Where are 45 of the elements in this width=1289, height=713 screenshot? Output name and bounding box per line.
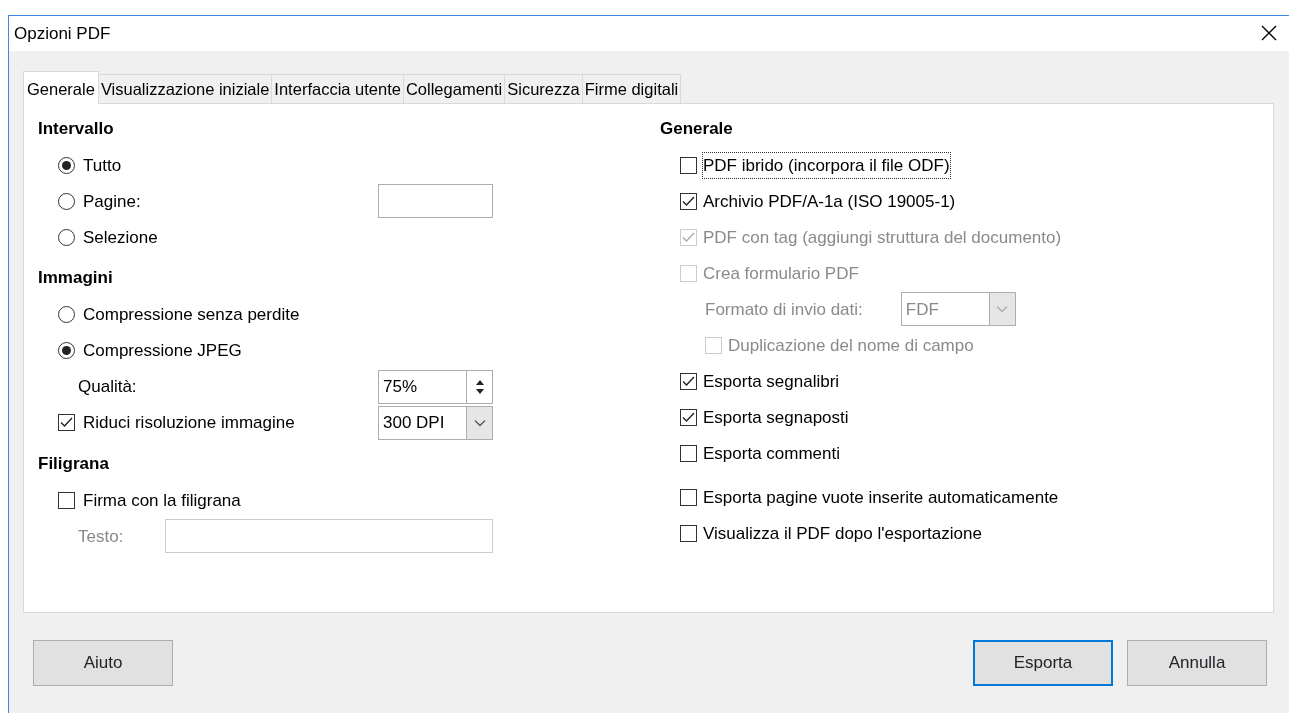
close-icon[interactable] <box>1261 25 1277 42</box>
checkbox[interactable] <box>680 524 697 542</box>
text-field[interactable] <box>165 519 493 554</box>
export-button[interactable]: Esporta <box>973 640 1113 687</box>
option-label: Esporta pagine vuote inserite automaticamente <box>703 486 1059 509</box>
checkbox[interactable] <box>680 488 697 506</box>
section-heading: Immagini <box>38 267 114 290</box>
checkbox[interactable] <box>680 444 697 462</box>
checkbox[interactable] <box>58 491 75 509</box>
field-label: Testo: <box>78 525 124 548</box>
option-label: Compressione senza perdite <box>83 304 300 327</box>
option-label: Visualizza il PDF dopo l'esportazione <box>703 522 982 545</box>
option-label: PDF ibrido (incorpora il file ODF) <box>703 152 950 179</box>
option-label: Archivio PDF/A-1a (ISO 19005-1) <box>703 190 956 213</box>
option-label: Pagine: <box>83 190 141 213</box>
section-heading: Intervallo <box>38 117 115 140</box>
section-heading: Filigrana <box>38 452 110 475</box>
option-label: Duplicazione del nome di campo <box>728 334 974 357</box>
option-label: Compressione JPEG <box>83 340 242 363</box>
window-title: Opzioni PDF <box>14 22 111 45</box>
option-label: Tutto <box>83 154 122 177</box>
option-label: Esporta commenti <box>703 442 840 465</box>
section-heading: Generale <box>660 117 734 140</box>
pages-field[interactable] <box>378 184 493 219</box>
checkbox[interactable] <box>58 414 75 432</box>
resolution-select[interactable]: 300 DPI <box>378 405 493 440</box>
option-label: Riduci risoluzione immagine <box>83 412 295 435</box>
checkbox[interactable] <box>680 192 697 210</box>
field-label: Formato di invio dati: <box>705 298 863 321</box>
tab[interactable]: Firme digitali <box>581 73 682 103</box>
cancel-button[interactable]: Annulla <box>1127 640 1267 687</box>
field-label: Qualità: <box>78 376 137 399</box>
help-button[interactable]: Aiuto <box>33 640 173 687</box>
option-label: PDF con tag (aggiungi struttura del documento) <box>703 226 1062 249</box>
tab[interactable]: Generale <box>23 70 99 104</box>
checkbox[interactable] <box>680 408 697 426</box>
spin-field[interactable]: 75% <box>378 369 493 404</box>
chevron-down-icon[interactable] <box>473 418 486 427</box>
checkbox[interactable] <box>680 372 697 390</box>
option-label: Selezione <box>83 226 158 249</box>
option-label: Esporta segnalibri <box>703 370 840 393</box>
checkbox[interactable] <box>680 156 697 174</box>
option-label: Esporta segnaposti <box>703 406 849 429</box>
option-label: Crea formulario PDF <box>703 262 859 285</box>
option-label: Firma con la filigrana <box>83 489 241 512</box>
